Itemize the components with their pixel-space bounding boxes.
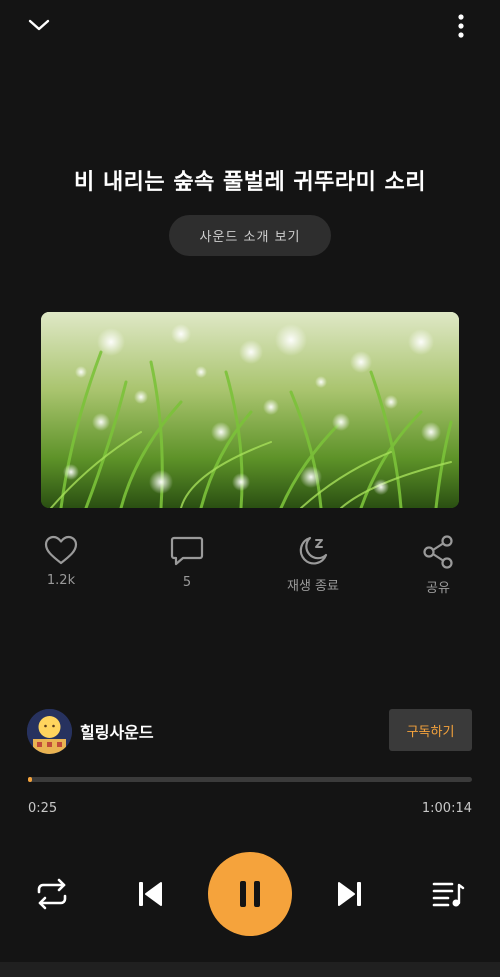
more-vertical-icon[interactable]	[448, 10, 474, 42]
comments-button[interactable]: 5	[147, 535, 227, 590]
skip-previous-icon	[139, 882, 162, 906]
playlist-music-icon	[432, 882, 465, 907]
sound-intro-button[interactable]: 사운드 소개 보기	[169, 215, 331, 256]
pause-button[interactable]	[208, 852, 292, 936]
channel-name[interactable]: 힐링사운드	[80, 719, 154, 743]
progress-fill	[28, 777, 33, 782]
avatar[interactable]	[27, 708, 72, 754]
current-time: 0:25	[28, 801, 58, 816]
previous-button[interactable]	[130, 876, 170, 912]
bottom-bar	[0, 962, 500, 977]
cover-image	[41, 312, 459, 508]
like-button[interactable]: 1.2k	[21, 535, 101, 588]
action-row: 1.2k 5 재생 종료 공유	[0, 535, 500, 605]
sleep-timer-button[interactable]: 재생 종료	[273, 535, 353, 594]
next-button[interactable]	[330, 876, 370, 912]
share-button[interactable]: 공유	[398, 535, 478, 596]
sleep-timer-label: 재생 종료	[287, 579, 339, 594]
channel-row: 힐링사운드	[27, 708, 154, 754]
comment-icon	[170, 536, 204, 566]
playback-controls	[0, 852, 500, 936]
total-time: 1:00:14	[421, 801, 472, 816]
progress-bar[interactable]	[28, 777, 472, 782]
share-icon	[423, 535, 453, 569]
chevron-down-icon[interactable]	[22, 10, 56, 40]
comment-count: 5	[182, 575, 192, 590]
repeat-button[interactable]	[30, 876, 74, 912]
heart-icon	[44, 535, 78, 565]
playlist-button[interactable]	[426, 876, 470, 912]
top-bar	[0, 0, 500, 52]
pause-icon	[240, 881, 260, 907]
track-title: 비 내리는 숲속 풀벌레 귀뚜라미 소리	[74, 170, 426, 195]
repeat-icon	[37, 878, 67, 910]
like-count: 1.2k	[46, 573, 76, 588]
share-label: 공유	[426, 581, 450, 596]
subscribe-button[interactable]: 구독하기	[389, 709, 472, 751]
skip-next-icon	[338, 882, 361, 906]
moon-sleep-icon	[299, 536, 328, 565]
